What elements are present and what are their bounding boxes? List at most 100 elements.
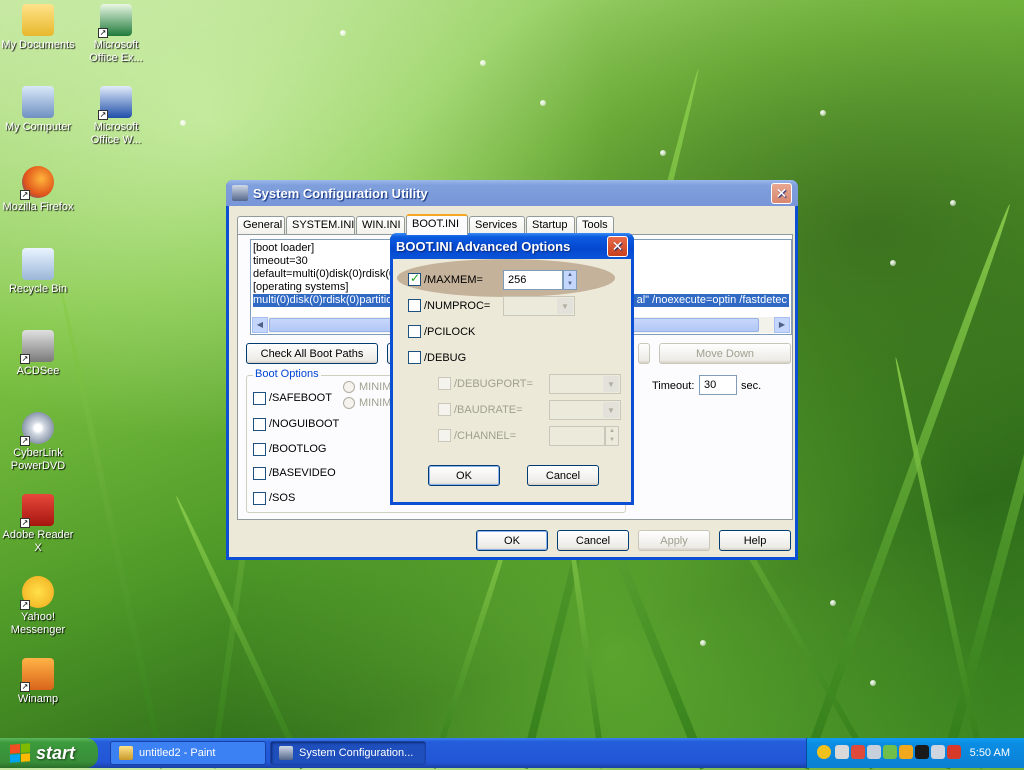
pcilock-checkbox[interactable]: [408, 325, 421, 338]
baudrate-checkbox[interactable]: [438, 403, 451, 416]
desktop-icon-winamp[interactable]: ↗ Winamp: [0, 658, 76, 706]
sos-checkbox[interactable]: [253, 492, 266, 505]
debugport-label: /DEBUGPORT=: [454, 378, 533, 390]
maxmem-spinner[interactable]: ▲ ▼: [563, 270, 577, 290]
close-button[interactable]: ✕: [771, 182, 792, 204]
tab-startup[interactable]: Startup: [526, 216, 575, 234]
channel-checkbox[interactable]: [438, 429, 451, 442]
channel-label: /CHANNEL=: [454, 430, 517, 442]
window-title: System Configuration Utility: [253, 185, 428, 201]
tab-boot-ini[interactable]: BOOT.INI: [406, 214, 468, 235]
start-button[interactable]: start: [0, 738, 98, 768]
desktop-icon-excel[interactable]: ↗ Microsoft Office Ex...: [78, 4, 154, 65]
volume-tray-icon[interactable]: [867, 745, 881, 759]
baudrate-select[interactable]: ▼: [549, 400, 621, 420]
icon-label: My Computer: [4, 121, 72, 133]
check-all-boot-paths-button[interactable]: Check All Boot Paths: [246, 343, 378, 364]
bootlog-checkbox[interactable]: [253, 443, 266, 456]
chevron-down-icon: ▼: [603, 376, 619, 392]
desktop-icon-adobe-reader[interactable]: ↗ Adobe Reader X: [0, 494, 76, 555]
taskbar: start untitled2 - Paint System Configura…: [0, 738, 1024, 768]
msconfig-icon: [279, 746, 293, 760]
safeboot-checkbox[interactable]: [253, 392, 266, 405]
numproc-checkbox[interactable]: [408, 299, 421, 312]
system-tray: 5:50 AM: [806, 738, 1024, 768]
acdsee-icon: ↗: [20, 330, 54, 364]
media-tray-icon[interactable]: [899, 745, 913, 759]
sync-tray-icon[interactable]: [883, 745, 897, 759]
help-button[interactable]: Help: [719, 530, 791, 551]
desktop-icon-firefox[interactable]: ↗ Mozilla Firefox: [0, 166, 76, 214]
maxmem-checkbox[interactable]: [408, 271, 421, 286]
desktop-icon-acdsee[interactable]: ↗ ACDSee: [0, 330, 76, 378]
speaker-tray-icon[interactable]: [931, 745, 945, 759]
scroll-right-button[interactable]: ▶: [774, 317, 790, 333]
debugport-select[interactable]: ▼: [549, 374, 621, 394]
basevideo-checkbox[interactable]: [253, 467, 266, 480]
safeboot-label: /SAFEBOOT: [269, 392, 332, 404]
close-icon: ✕: [775, 184, 788, 201]
tab-general[interactable]: General: [237, 216, 285, 234]
tab-system-ini[interactable]: SYSTEM.INI: [286, 216, 355, 234]
move-down-button[interactable]: Move Down: [659, 343, 791, 364]
dialog-close-button[interactable]: ✕: [607, 235, 628, 257]
maxmem-label: /MAXMEM=: [424, 274, 483, 286]
numproc-select[interactable]: ▼: [503, 296, 575, 316]
icon-label: CyberLink PowerDVD: [10, 447, 66, 472]
debug-label: /DEBUG: [424, 352, 467, 364]
minimal-radio-2[interactable]: [343, 397, 355, 409]
sos-label: /SOS: [269, 492, 296, 504]
channel-spinner[interactable]: ▲ ▼: [605, 426, 619, 446]
baudrate-label: /BAUDRATE=: [454, 404, 523, 416]
apply-button[interactable]: Apply: [638, 530, 710, 551]
shield-tray-icon[interactable]: [947, 745, 961, 759]
icon-label: ACDSee: [16, 365, 60, 377]
title-bar[interactable]: System Configuration Utility ✕: [226, 180, 798, 206]
clock[interactable]: 5:50 AM: [970, 747, 1010, 759]
icon-label: Microsoft Office W...: [90, 121, 142, 146]
maxmem-input[interactable]: 256: [503, 270, 563, 290]
dialog-cancel-button[interactable]: Cancel: [527, 465, 599, 486]
icon-label: Adobe Reader X: [2, 529, 74, 554]
boot-ini-advanced-options-dialog: BOOT.INI Advanced Options ✕ /MAXMEM= 256…: [390, 233, 634, 505]
tab-win-ini[interactable]: WIN.INI: [356, 216, 405, 234]
partial-hidden-button-2: [638, 343, 650, 364]
tab-tools[interactable]: Tools: [576, 216, 614, 234]
cancel-button[interactable]: Cancel: [557, 530, 629, 551]
minimal-radio-1[interactable]: [343, 381, 355, 393]
tool-tray-icon[interactable]: [835, 745, 849, 759]
taskbar-item-paint[interactable]: untitled2 - Paint: [110, 741, 266, 765]
desktop-icon-recycle-bin[interactable]: Recycle Bin: [0, 248, 76, 296]
dialog-ok-button[interactable]: OK: [428, 465, 500, 486]
security-tray-icon[interactable]: [915, 745, 929, 759]
dialog-title-bar[interactable]: BOOT.INI Advanced Options ✕: [390, 233, 634, 259]
debugport-checkbox[interactable]: [438, 377, 451, 390]
scroll-left-button[interactable]: ◀: [252, 317, 268, 333]
timeout-input[interactable]: 30: [699, 375, 737, 395]
winamp-icon: ↗: [20, 658, 54, 692]
pcilock-label: /PCILOCK: [424, 326, 476, 338]
tab-services[interactable]: Services: [469, 216, 525, 234]
desktop-icon-my-documents[interactable]: My Documents: [0, 4, 76, 52]
icon-label: Microsoft Office Ex...: [89, 39, 143, 64]
recycle-bin-icon: [22, 248, 54, 280]
taskbar-item-system-configuration[interactable]: System Configuration...: [270, 741, 426, 765]
yahoo-tray-icon[interactable]: [817, 745, 831, 759]
timeout-unit: sec.: [741, 380, 762, 392]
desktop-icon-yahoo-messenger[interactable]: ↗ Yahoo! Messenger: [0, 576, 76, 637]
word-icon: ↗: [98, 86, 132, 120]
debug-checkbox[interactable]: [408, 351, 421, 364]
desktop-icon-word[interactable]: ↗ Microsoft Office W...: [78, 86, 154, 147]
windows-logo-icon: [10, 743, 30, 763]
noguiboot-checkbox[interactable]: [253, 418, 266, 431]
desktop-icon-powerdvd[interactable]: ↗ CyberLink PowerDVD: [0, 412, 76, 473]
channel-input[interactable]: [549, 426, 605, 446]
chevron-down-icon: ▼: [557, 298, 573, 314]
ok-button[interactable]: OK: [476, 530, 548, 551]
dvd-icon: ↗: [20, 412, 54, 446]
bootlog-label: /BOOTLOG: [269, 443, 327, 455]
desktop-icon-my-computer[interactable]: My Computer: [0, 86, 76, 134]
chevron-down-icon: ▼: [603, 402, 619, 418]
network-tray-icon[interactable]: [851, 745, 865, 759]
paint-icon: [119, 746, 133, 760]
